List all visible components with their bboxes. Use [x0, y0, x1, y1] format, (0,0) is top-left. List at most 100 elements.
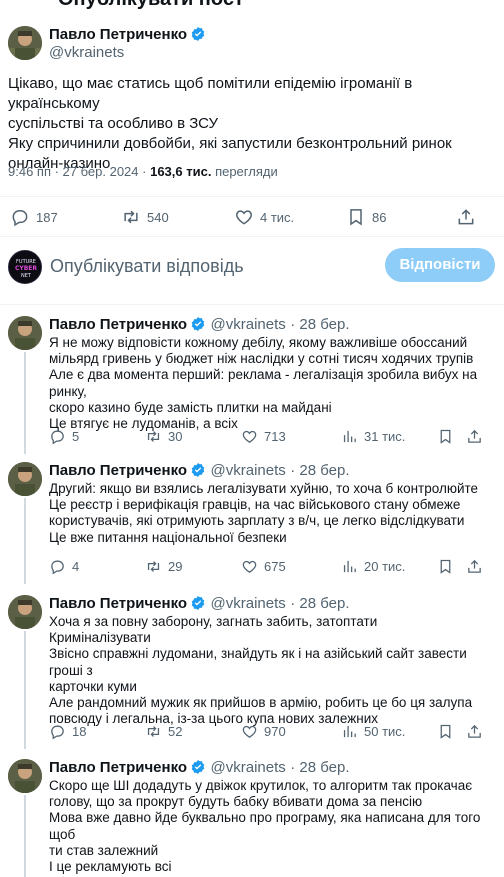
share-action[interactable]: [466, 428, 489, 445]
reply-header: Павло Петриченко @vkrainets · 28 бер.: [49, 759, 350, 777]
reply-submit-button[interactable]: Відповісти: [385, 248, 495, 282]
reply-text-line: Хоча я за повну заборону, загнать забить…: [49, 614, 378, 629]
thread-connector: [24, 498, 26, 584]
reply-count: 187: [36, 209, 58, 225]
share-action[interactable]: [466, 723, 489, 740]
bookmark-count: 86: [372, 209, 387, 225]
reply-action[interactable]: 5: [49, 428, 79, 445]
views-action[interactable]: 20 тис.: [341, 558, 405, 575]
repost-count: 30: [168, 429, 183, 444]
reply-author[interactable]: Павло Петриченко: [49, 759, 187, 776]
reply-date[interactable]: · 28 бер.: [290, 462, 349, 479]
post-text-line: Яку спричинили довбойби, які запустили б…: [8, 135, 452, 152]
views-count: 50 тис.: [364, 724, 406, 739]
bookmark-action[interactable]: [437, 558, 460, 575]
reply-icon: [12, 210, 28, 227]
reply-date[interactable]: · 28 бер.: [290, 316, 349, 333]
author-handle[interactable]: @vkrainets: [49, 44, 206, 62]
reply-date[interactable]: · 28 бер.: [290, 759, 349, 776]
reply-avatar[interactable]: [8, 462, 42, 496]
reply-author[interactable]: Павло Петриченко: [49, 316, 187, 333]
share-icon: [468, 429, 481, 443]
reply-text-line: І це рекламують всі: [49, 859, 172, 875]
future-cyber-net-logo-icon: FUTURE CYBER NET: [9, 251, 41, 283]
thread-connector: [24, 631, 26, 749]
reply-text-line: Це реєстр і верифікація гравців, на час …: [49, 497, 461, 513]
like-count: 675: [264, 559, 286, 574]
share-icon: [468, 724, 481, 738]
reply-header: Павло Петриченко @vkrainets · 28 бер.: [49, 316, 350, 334]
like-count: 970: [264, 724, 286, 739]
reply-action[interactable]: 4: [49, 558, 79, 575]
reply-text: Другий: якщо ви взялись легалізувати хуй…: [49, 481, 501, 546]
reply-handle[interactable]: @vkrainets: [211, 759, 286, 776]
post-text-line: Цікаво, що має статись щоб помітили епід…: [8, 75, 413, 112]
post-timestamp[interactable]: 9:46 пп · 27 бер. 2024 ·: [8, 164, 146, 179]
views-action[interactable]: 31 тис.: [341, 428, 405, 445]
reply-text: Хоча я за повну заборону, загнать забить…: [49, 614, 501, 727]
reply-avatar[interactable]: [8, 759, 42, 793]
reply-avatar[interactable]: [8, 316, 42, 350]
reply-avatar[interactable]: [8, 595, 42, 629]
verified-badge-icon: [191, 317, 205, 331]
reply-header: Павло Петриченко @vkrainets · 28 бер.: [49, 595, 350, 613]
bookmark-action[interactable]: 86: [346, 207, 386, 227]
reply-text-line: Криміналізувати: [49, 630, 151, 646]
heart-icon: [242, 430, 257, 443]
like-action[interactable]: 4 тис.: [234, 207, 294, 227]
like-action[interactable]: 713: [241, 428, 286, 445]
bookmark-action[interactable]: [437, 723, 460, 740]
reply-input[interactable]: Опублікувати відповідь: [50, 256, 244, 277]
like-count: 4 тис.: [260, 209, 295, 225]
page-title: Опублікувати пост: [58, 0, 244, 10]
reply-text-line: карточки куми: [49, 678, 137, 694]
avatar-photo-icon: [8, 26, 42, 60]
reply-action[interactable]: 18: [49, 723, 86, 740]
avatar-photo-icon: [8, 595, 42, 629]
repost-action[interactable]: 30: [145, 428, 182, 445]
reply-header: Павло Петриченко @vkrainets · 28 бер.: [49, 462, 350, 480]
reply-handle[interactable]: @vkrainets: [211, 462, 286, 479]
like-action[interactable]: 675: [241, 558, 286, 575]
bookmark-action[interactable]: [437, 428, 460, 445]
reply-text-line: голову, що за прокрут будуть бабку вбива…: [49, 794, 423, 810]
repost-icon: [147, 561, 160, 572]
reply-author[interactable]: Павло Петриченко: [49, 462, 187, 479]
author-name[interactable]: Павло Петриченко: [49, 26, 187, 43]
reply-text-line: Але рандомний мужик як прийшов в армію, …: [49, 695, 473, 711]
divider: [0, 304, 504, 305]
verified-badge-icon: [191, 596, 205, 610]
views-count: 31 тис.: [364, 429, 406, 444]
repost-icon: [147, 726, 160, 737]
verified-badge-icon: [191, 463, 205, 477]
reply-date[interactable]: · 28 бер.: [290, 595, 349, 612]
reply-author[interactable]: Павло Петриченко: [49, 595, 187, 612]
views-label: перегляди: [215, 164, 278, 179]
views-count: 163,6 тис.: [150, 164, 212, 179]
reply-action[interactable]: 187: [10, 207, 58, 227]
author-block: Павло Петриченко @vkrainets: [49, 26, 206, 62]
reply-handle[interactable]: @vkrainets: [211, 595, 286, 612]
views-chart-icon: [343, 560, 356, 573]
post-text-line: суспільстві та особливо в ЗСУ: [8, 115, 219, 132]
like-action[interactable]: 970: [241, 723, 286, 740]
repost-action[interactable]: 29: [145, 558, 182, 575]
share-action[interactable]: [466, 558, 489, 575]
reply-text: Я не можу відповісти кожному дебілу, яко…: [49, 335, 501, 432]
share-action[interactable]: [456, 207, 482, 227]
views-action[interactable]: 50 тис.: [341, 723, 405, 740]
avatar-photo-icon: [8, 759, 42, 793]
bookmark-icon: [440, 559, 451, 574]
repost-count: 540: [147, 209, 169, 225]
repost-action[interactable]: 540: [121, 207, 169, 227]
reply-text-line: мільярд гривень у бюджет ніж наслідки у …: [49, 351, 474, 367]
avatar-photo-icon: [8, 316, 42, 350]
avatar-photo-icon: [8, 462, 42, 496]
bookmark-icon: [440, 724, 451, 739]
verified-badge-icon: [191, 760, 205, 774]
like-count: 713: [264, 429, 286, 444]
repost-action[interactable]: 52: [145, 723, 182, 740]
reply-icon: [51, 725, 64, 740]
author-avatar[interactable]: [8, 26, 42, 60]
reply-handle[interactable]: @vkrainets: [211, 316, 286, 333]
